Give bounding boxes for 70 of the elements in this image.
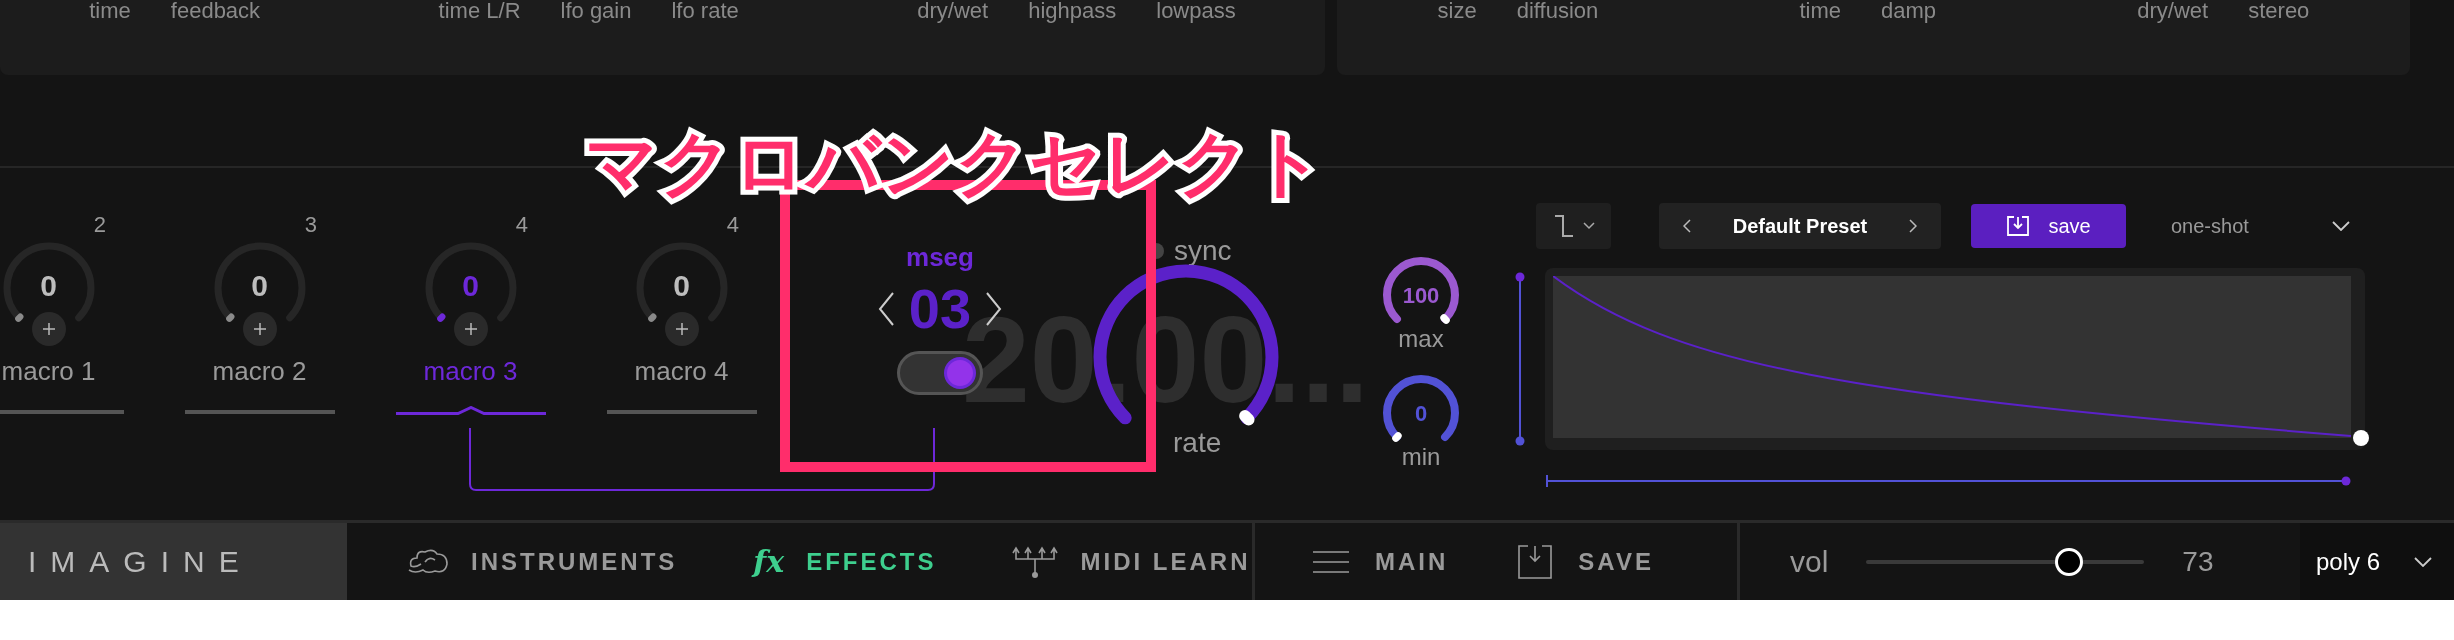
plus-icon: [464, 323, 477, 335]
macro-value: 0: [673, 267, 690, 304]
save-icon: [1518, 544, 1553, 579]
macro-count: 2: [93, 211, 106, 239]
shape-dropdown[interactable]: [1536, 203, 1611, 249]
fx-label: fx: [753, 543, 785, 581]
macro-value: 0: [40, 267, 57, 304]
parameter-label: highpass: [1028, 0, 1117, 22]
logo: IMAGINE: [28, 544, 253, 580]
chevron-left-icon: [1683, 219, 1691, 233]
chevron-down-icon: [2414, 556, 2432, 567]
add-button[interactable]: [664, 312, 699, 346]
nav-button[interactable]: MAIN: [1313, 543, 1449, 580]
knob-label: max: [1398, 324, 1444, 354]
preset-selector[interactable]: Default Preset: [1659, 203, 1941, 249]
macro-count: 4: [515, 211, 528, 239]
nav-button[interactable]: SAVE: [1518, 543, 1654, 580]
macro-count: 3: [304, 211, 317, 239]
chevron-right-icon: [1909, 219, 1917, 233]
plus-icon: [675, 323, 688, 335]
add-button[interactable]: [31, 312, 66, 346]
parameter-label: time: [1799, 0, 1842, 22]
curve-point-handle[interactable]: [2353, 430, 2369, 446]
macro-value: 0: [251, 267, 268, 304]
cloud-icon: [407, 547, 449, 576]
branching-arrows-icon: [1012, 544, 1059, 579]
parameter-label: lfo gain: [560, 0, 632, 22]
macro-label[interactable]: macro 2: [212, 352, 307, 391]
knob-value: 100: [1402, 281, 1440, 310]
add-button[interactable]: [453, 312, 488, 346]
rate-label: rate: [1173, 426, 1223, 460]
horizontal-range-handle[interactable]: [1545, 474, 2353, 488]
save-button[interactable]: save: [1971, 204, 2126, 248]
preset-name: Default Preset: [1732, 214, 1868, 239]
mode-dropdown[interactable]: one-shot: [2171, 211, 2366, 241]
parameter-label: stereo: [2248, 0, 2310, 22]
parameter-label: time L/R: [438, 0, 521, 22]
chevron-down-icon: [2332, 221, 2350, 231]
macro-value: 0: [462, 267, 479, 304]
save-icon: [2006, 215, 2031, 237]
plus-icon: [42, 323, 55, 335]
parameter-label: time: [89, 0, 131, 22]
knob-label: min: [1401, 442, 1441, 472]
macro-label[interactable]: macro 4: [634, 352, 729, 391]
nav-tab[interactable]: INSTRUMENTS: [407, 543, 678, 580]
knob-value: 0: [1414, 399, 1428, 428]
vertical-range-handle[interactable]: [1514, 271, 1526, 447]
parameter-label: feedback: [170, 0, 261, 22]
chevron-left-icon[interactable]: [876, 291, 895, 327]
volume-reading: 73: [2182, 544, 2214, 579]
macro-label[interactable]: macro 1: [1, 352, 96, 391]
add-button[interactable]: [242, 312, 277, 346]
parameter-label: damp: [1881, 0, 1937, 22]
parameter-label: lfo rate: [671, 0, 739, 22]
parameter-label: size: [1437, 0, 1477, 22]
parameter-label: diffusion: [1516, 0, 1599, 22]
volume-label: vol: [1790, 544, 1829, 580]
nav-tab[interactable]: MIDI LEARN: [1012, 543, 1251, 580]
plus-icon: [253, 323, 266, 335]
macro-count: 4: [726, 211, 739, 239]
parameter-label: lowpass: [1156, 0, 1236, 22]
step-shape-icon: [1552, 214, 1575, 238]
parameter-label: dry/wet: [917, 0, 989, 22]
chevron-down-icon: [1582, 222, 1595, 230]
polyphony-dropdown[interactable]: poly 6: [2300, 523, 2454, 600]
parameter-label: dry/wet: [2137, 0, 2209, 22]
nav-tab[interactable]: fx EFFECTS: [753, 539, 937, 584]
menu-icon: [1313, 549, 1349, 574]
mseg-label: mseg: [906, 241, 974, 274]
sync-label: sync: [1174, 234, 1232, 268]
